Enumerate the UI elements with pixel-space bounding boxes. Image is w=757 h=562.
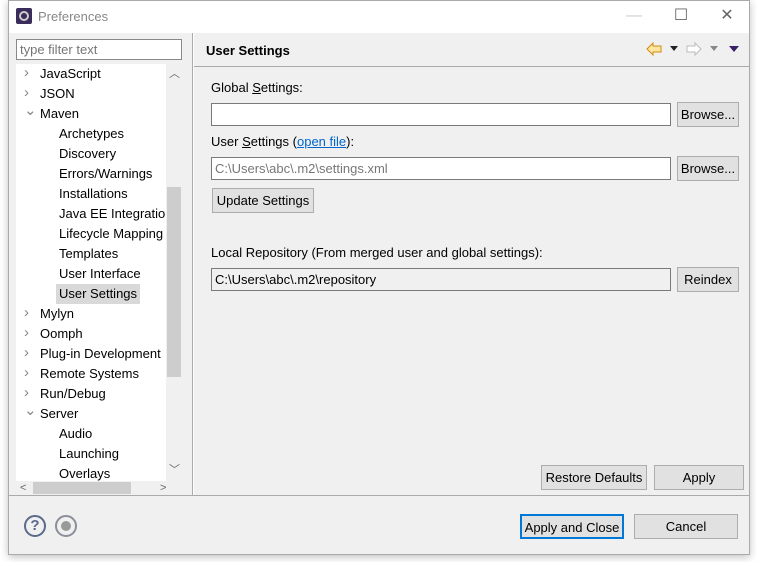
panel-divider[interactable] (192, 33, 194, 495)
tree-item[interactable]: Maven (40, 104, 79, 124)
tree-item[interactable]: Discovery (59, 144, 116, 164)
update-settings-button[interactable]: Update Settings (212, 188, 314, 213)
reindex-button[interactable]: Reindex (677, 267, 739, 292)
scroll-thumb[interactable] (167, 187, 181, 377)
preferences-window: Preferences — ☐ ✕ ›JavaScript›JSON⌄Maven… (8, 0, 750, 555)
tree-item[interactable]: Installations (59, 184, 128, 204)
view-menu-icon[interactable] (729, 46, 739, 52)
tree-vertical-scrollbar[interactable]: ︿ ﹀ (166, 64, 182, 481)
help-icon[interactable]: ? (24, 515, 46, 537)
apply-and-close-button[interactable]: Apply and Close (520, 514, 624, 539)
apply-button[interactable]: Apply (654, 465, 744, 490)
eclipse-icon (16, 8, 32, 24)
tree-item[interactable]: JSON (40, 84, 75, 104)
chevron-right-icon[interactable]: › (24, 364, 29, 381)
chevron-right-icon[interactable]: › (24, 344, 29, 361)
user-settings-input[interactable]: C:\Users\abc\.m2\settings.xml (211, 157, 671, 180)
tree-item[interactable]: Templates (59, 244, 118, 264)
page-header: User Settings (194, 33, 749, 67)
scroll-thumb[interactable] (33, 482, 131, 494)
tree-item[interactable]: Overlays (59, 464, 110, 481)
chevron-right-icon[interactable]: › (24, 84, 29, 101)
close-button[interactable]: ✕ (712, 5, 742, 27)
chevron-right-icon[interactable]: › (24, 384, 29, 401)
title-bar: Preferences — ☐ ✕ (9, 1, 749, 33)
tree-horizontal-scrollbar[interactable]: < > (16, 481, 182, 495)
global-settings-label: Global Settings: (211, 80, 303, 95)
filter-input[interactable] (16, 39, 182, 60)
user-browse-button[interactable]: Browse... (677, 156, 739, 181)
global-settings-input[interactable] (211, 103, 671, 126)
tree-item[interactable]: Audio (59, 424, 92, 444)
tree-item[interactable]: Server (40, 404, 78, 424)
tree-item[interactable]: Errors/Warnings (59, 164, 152, 184)
scroll-down-icon[interactable]: ﹀ (169, 463, 180, 477)
preference-tree[interactable]: › JavaScript › JSON ⌄ Maven Archetypes Discover… (16, 64, 166, 481)
open-file-link[interactable]: open file (297, 134, 346, 149)
back-arrow-icon[interactable] (646, 42, 662, 56)
tree-item[interactable]: Oomph (40, 324, 83, 344)
back-dropdown-icon[interactable] (670, 46, 678, 51)
user-settings-label: User Settings (open file): (211, 134, 355, 149)
tree-item[interactable]: Archetypes (59, 124, 124, 144)
window-title: Preferences (38, 9, 109, 24)
scroll-left-icon[interactable]: < (20, 481, 26, 495)
chevron-down-icon[interactable]: ⌄ (24, 101, 37, 119)
dialog-footer: ? Apply and Close Cancel (9, 495, 749, 555)
maximize-button[interactable]: ☐ (666, 5, 696, 27)
chevron-right-icon[interactable]: › (24, 64, 29, 81)
tree-item[interactable]: User Settings (56, 284, 141, 304)
tree-item[interactable]: Remote Systems (40, 364, 139, 384)
tree-item[interactable]: User Interface (59, 264, 141, 284)
local-repository-field: C:\Users\abc\.m2\repository (211, 268, 671, 291)
scroll-right-icon[interactable]: > (160, 481, 166, 495)
restore-defaults-button[interactable]: Restore Defaults (541, 465, 647, 490)
page-title: User Settings (206, 43, 290, 58)
scroll-up-icon[interactable]: ︿ (169, 67, 180, 81)
record-icon[interactable] (55, 515, 77, 537)
local-repository-label: Local Repository (From merged user and g… (211, 245, 543, 260)
tree-item[interactable]: Run/Debug (40, 384, 106, 404)
tree-item[interactable]: Lifecycle Mapping (59, 224, 163, 244)
tree-item[interactable]: JavaScript (40, 64, 101, 84)
chevron-down-icon[interactable]: ⌄ (24, 401, 37, 419)
minimize-button[interactable]: — (619, 5, 649, 27)
tree-item[interactable]: Java EE Integration (59, 204, 166, 224)
global-browse-button[interactable]: Browse... (677, 102, 739, 127)
forward-arrow-icon[interactable] (686, 42, 702, 56)
tree-item[interactable]: Plug-in Development (40, 344, 161, 364)
cancel-button[interactable]: Cancel (634, 514, 738, 539)
chevron-right-icon[interactable]: › (24, 324, 29, 341)
tree-item[interactable]: Launching (59, 444, 119, 464)
forward-dropdown-icon[interactable] (710, 46, 718, 51)
tree-item[interactable]: Mylyn (40, 304, 74, 324)
chevron-right-icon[interactable]: › (24, 304, 29, 321)
